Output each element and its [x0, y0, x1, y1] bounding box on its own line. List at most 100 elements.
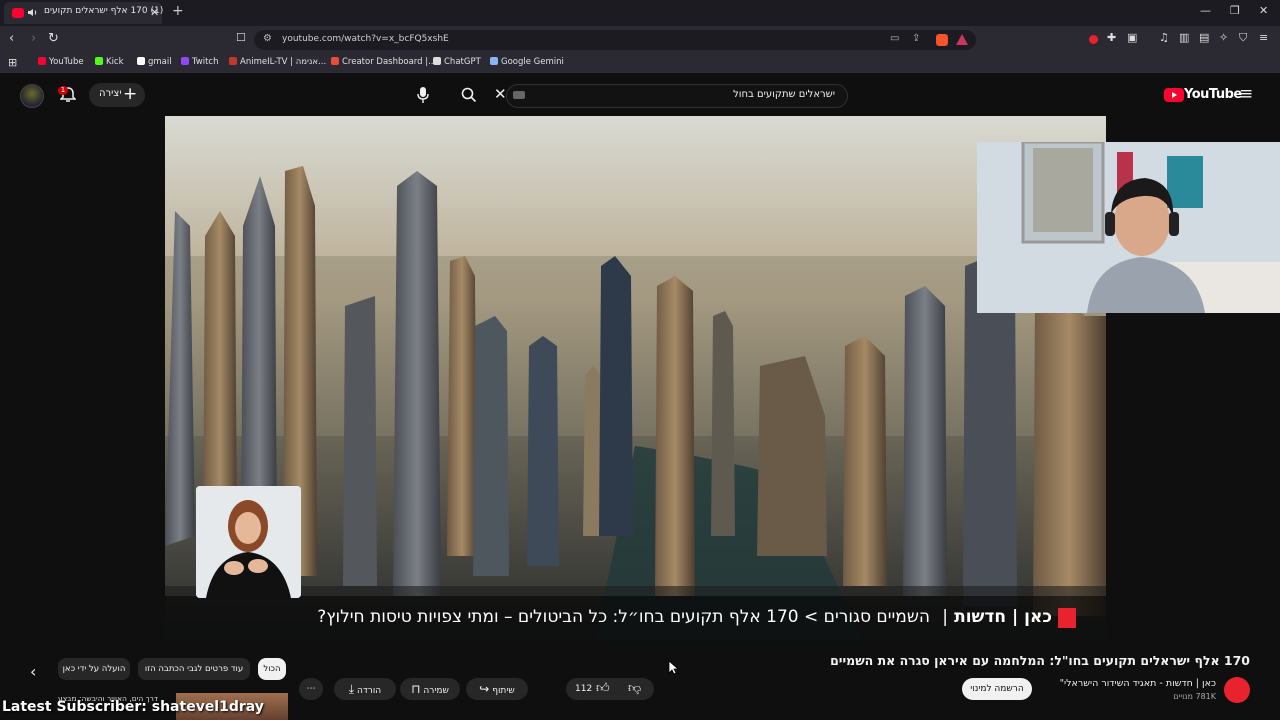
guide-menu-icon[interactable]: ≡ — [1239, 84, 1253, 104]
wallet-icon[interactable]: ▤ — [1199, 31, 1209, 44]
cast-icon[interactable]: ▭ — [890, 33, 899, 44]
brave-shield-icon[interactable] — [936, 34, 948, 46]
chip-more-details[interactable]: עוד פרטים לגבי הכתבה הזו — [138, 658, 250, 680]
bookmark-label: Google Gemini — [501, 57, 564, 67]
caption-brand: כאן | חדשות — [954, 607, 1052, 627]
bookmark-item[interactable]: gmail — [137, 57, 172, 67]
bookmark-item[interactable]: YouTube — [38, 57, 84, 67]
save-label: שמירה — [423, 686, 449, 696]
bookmark-item[interactable]: Kick — [95, 57, 124, 67]
chip-uploaded-by[interactable]: הועלה על ידי כאן — [58, 658, 130, 680]
webcam-overlay — [977, 142, 1280, 313]
bookmark-item[interactable]: Twitch — [181, 57, 219, 67]
address-bar[interactable]: ⚙ youtube.com/watch?v=x_bcFQ5xshE ▭ ⇪ — [254, 30, 976, 50]
browser-tab-strip: (1) 170 אלף ישראלים תקועים ✕ + — ❐ ✕ — [0, 0, 1280, 26]
bookmark-item[interactable]: Google Gemini — [490, 57, 564, 67]
chip-all[interactable]: הכול — [258, 658, 286, 680]
bookmark-favicon-icon — [95, 57, 103, 65]
channel-name[interactable]: כאן | חדשות - תאגיד השידור הישראלי" — [1060, 678, 1216, 689]
caption-text: השמיים סגורים > 170 אלף תקועים בחו״ל: כל… — [317, 607, 930, 627]
keyboard-icon[interactable] — [513, 91, 525, 99]
bookmark-label: Kick — [106, 57, 124, 67]
bookmark-favicon-icon — [137, 57, 145, 65]
bookmark-item[interactable]: AnimeIL-TV | אנימה... — [229, 57, 326, 67]
bookmark-item[interactable]: Creator Dashboard |... — [331, 57, 436, 67]
caption-separator: | — [942, 607, 948, 627]
download-icon: ⤓ — [348, 682, 355, 696]
search-icon[interactable] — [461, 87, 477, 103]
share-page-icon[interactable]: ⇪ — [912, 33, 920, 44]
youtube-logo-text[interactable]: YouTube — [1184, 87, 1242, 102]
sign-language-interpreter — [196, 486, 301, 598]
reload-icon[interactable]: ↻ — [48, 31, 59, 46]
back-icon[interactable]: ‹ — [9, 31, 14, 46]
bookmark-page-icon[interactable]: ☐ — [236, 31, 246, 44]
maximize-icon[interactable]: ❐ — [1230, 4, 1240, 17]
new-tab-icon[interactable]: + — [172, 3, 184, 19]
browser-tab-active[interactable]: (1) 170 אלף ישראלים תקועים ✕ — [4, 2, 164, 24]
share-icon: ↪ — [479, 682, 490, 696]
latest-subscriber-overlay: Latest Subscriber: shatevel1dray — [2, 699, 264, 715]
brave-rewards-icon[interactable] — [956, 34, 968, 45]
youtube-logo-icon[interactable] — [1164, 88, 1184, 102]
create-label: יצירה — [99, 88, 122, 99]
search-query: ישראלים שתקועים בחול — [733, 89, 835, 100]
video-caption-bar: כאן | חדשות | השמיים סגורים > 170 אלף תק… — [165, 596, 1106, 642]
speaker-icon[interactable] — [27, 7, 38, 18]
window-close-icon[interactable]: ✕ — [1259, 4, 1268, 17]
bookmark-favicon-icon — [229, 57, 237, 65]
subscribe-button[interactable]: הרשמה למינוי — [962, 678, 1032, 700]
video-player[interactable] — [165, 116, 1106, 642]
microphone-icon[interactable] — [416, 86, 430, 104]
menu-icon[interactable]: ≡ — [1259, 31, 1268, 44]
bookmark-favicon-icon — [433, 57, 441, 65]
notification-badge: 1 — [58, 86, 68, 95]
bookmark-icon: ⊓ — [411, 682, 421, 696]
bookmark-favicon-icon — [38, 57, 46, 65]
bookmark-label: Creator Dashboard |... — [342, 57, 437, 67]
bookmark-favicon-icon — [490, 57, 498, 65]
dislike-button-icon[interactable]: 👎︎ — [628, 678, 641, 700]
like-dislike-group: 112 👍︎ 👎︎ — [566, 678, 654, 700]
youtube-favicon-icon — [12, 8, 24, 18]
share-button[interactable]: שיתוף ↪ — [466, 678, 528, 700]
extensions-icon[interactable]: ✚ — [1107, 31, 1116, 44]
create-button[interactable]: יצירה + — [89, 83, 145, 107]
media-icon[interactable]: ♫ — [1159, 31, 1169, 44]
mouse-cursor-icon — [668, 660, 678, 675]
more-actions-icon[interactable]: ⋯ — [299, 678, 323, 700]
sidebar-icon[interactable]: ▣ — [1127, 31, 1137, 44]
apps-grid-icon[interactable]: ⊞ — [8, 56, 17, 69]
share-label: שיתוף — [492, 686, 515, 696]
download-button[interactable]: הורדה ⤓ — [334, 678, 396, 700]
minimize-icon[interactable]: — — [1200, 4, 1211, 17]
tab-title: (1) 170 אלף ישראלים תקועים — [44, 6, 164, 16]
close-tab-icon[interactable]: ✕ — [150, 6, 159, 19]
reading-list-icon[interactable]: ▥ — [1179, 31, 1189, 44]
avatar[interactable] — [20, 84, 44, 108]
channel-avatar[interactable] — [1224, 677, 1250, 703]
bookmark-favicon-icon — [331, 57, 339, 65]
bookmark-label: ChatGPT — [444, 57, 481, 67]
bookmark-label: gmail — [148, 57, 172, 67]
clear-search-icon[interactable]: ✕ — [494, 85, 507, 103]
chip-scroll-left-icon[interactable]: ‹ — [30, 662, 36, 681]
kan-logo-icon — [1058, 608, 1076, 628]
site-info-icon[interactable]: ⚙ — [263, 33, 272, 44]
browser-toolbar: ‹ › ↻ ☐ ⚙ youtube.com/watch?v=x_bcFQ5xsh… — [0, 26, 1280, 53]
forward-icon[interactable]: › — [31, 31, 36, 46]
vpn-icon[interactable]: ⛉ — [1239, 31, 1247, 45]
like-button-icon[interactable]: 👍︎ — [596, 678, 610, 700]
video-frame-skyline — [165, 116, 1106, 642]
bookmark-item[interactable]: ChatGPT — [433, 57, 481, 67]
url-text: youtube.com/watch?v=x_bcFQ5xshE — [282, 34, 449, 44]
bookmark-label: YouTube — [49, 57, 84, 67]
bookmarks-bar: ⊞ YouTube Kick gmail Twitch AnimeIL-TV | אני… — [0, 53, 1280, 74]
ai-icon[interactable]: ✧ — [1219, 31, 1228, 44]
search-input[interactable]: ישראלים שתקועים בחול — [506, 84, 848, 108]
extension-record-icon[interactable] — [1089, 35, 1098, 44]
save-button[interactable]: שמירה ⊓ — [400, 678, 460, 700]
bookmark-label: AnimeIL-TV | אנימה... — [240, 57, 327, 67]
plus-icon: + — [123, 84, 138, 104]
subscriber-count: 781K מנויים — [1173, 692, 1216, 701]
